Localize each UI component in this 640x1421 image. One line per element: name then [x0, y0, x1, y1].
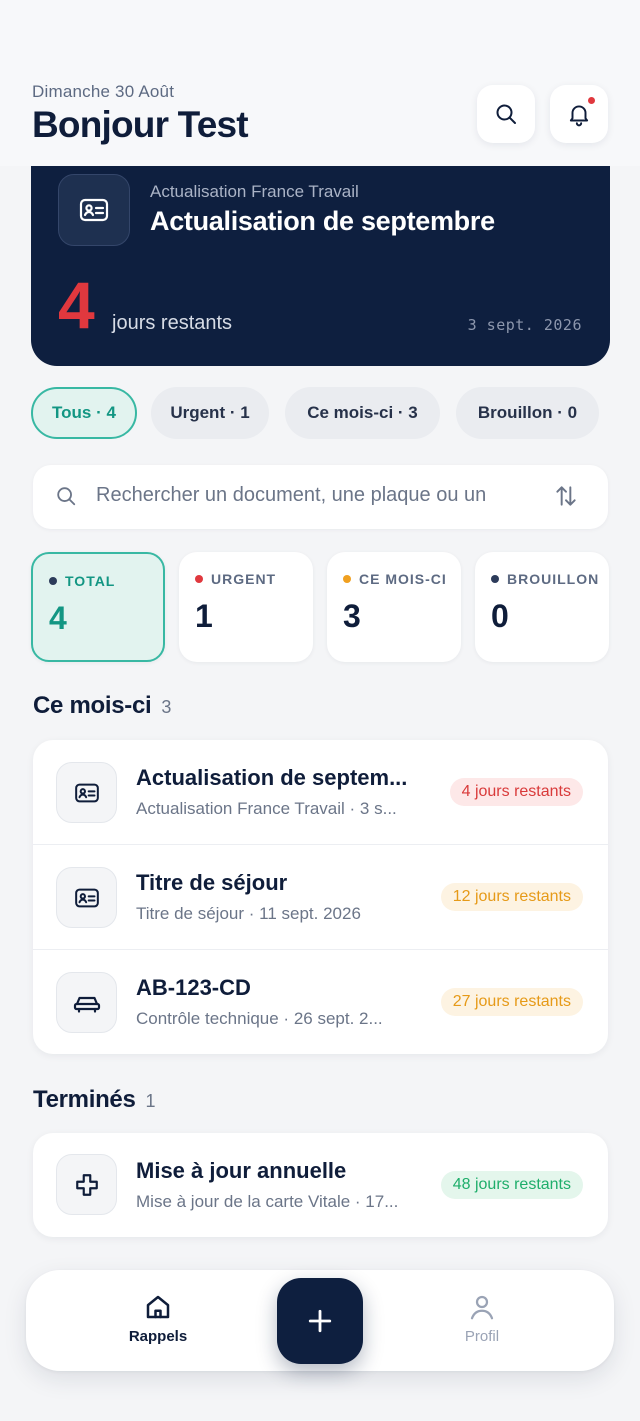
hero-days-label: jours restants: [112, 312, 233, 334]
nav-rappels[interactable]: Rappels: [98, 1292, 218, 1345]
stat-total[interactable]: TOTAL 4: [31, 552, 165, 662]
list-item[interactable]: Titre de séjour Titre de séjour · 11 sep…: [33, 845, 608, 950]
current-date: Dimanche 30 Août: [32, 82, 175, 101]
section-count: 1: [145, 1091, 156, 1111]
search-button[interactable]: [477, 85, 535, 143]
stat-dot: [195, 575, 203, 583]
search-icon: [57, 487, 76, 506]
item-title: Mise à jour annuelle: [136, 1158, 347, 1183]
home-icon: [146, 1295, 170, 1319]
section-this-month-title: Ce mois-ci 3: [33, 692, 172, 719]
car-icon: [56, 972, 117, 1033]
stat-this-month[interactable]: CE MOIS-CI 3: [327, 552, 461, 662]
stat-draft[interactable]: BROUILLON 0: [475, 552, 609, 662]
id-card-icon: [58, 174, 130, 246]
add-reminder-button[interactable]: [277, 1278, 363, 1364]
status-badge: 12 jours restants: [440, 883, 583, 911]
nav-label: Rappels: [128, 1328, 188, 1345]
hero-title: Actualisation de septembre: [150, 206, 495, 236]
this-month-list: Actualisation de septem... Actualisation…: [33, 740, 608, 1054]
bottom-nav: Rappels Profil: [26, 1270, 614, 1371]
item-title: AB-123-CD: [136, 975, 251, 1000]
stat-label: CE MOIS-CI: [359, 571, 447, 587]
section-count: 3: [161, 697, 172, 717]
list-item[interactable]: AB-123-CD Contrôle technique · 26 sept. …: [33, 950, 608, 1054]
status-badge: 4 jours restants: [449, 778, 583, 806]
search-input[interactable]: Rechercher un document, une plaque ou un: [96, 484, 526, 507]
stat-value: 0: [491, 598, 509, 634]
notifications-button[interactable]: [550, 85, 608, 143]
filter-chip-draft[interactable]: Brouillon · 0: [456, 387, 599, 439]
id-card-icon: [56, 867, 117, 928]
medical-cross-icon: [56, 1154, 117, 1215]
search-field[interactable]: Rechercher un document, une plaque ou un: [33, 465, 608, 529]
item-title: Titre de séjour: [136, 870, 288, 895]
list-item[interactable]: Actualisation de septem... Actualisation…: [33, 740, 608, 845]
stat-value: 1: [195, 598, 213, 634]
nav-profil[interactable]: Profil: [422, 1292, 542, 1345]
item-subtitle: Mise à jour de la carte Vitale · 17...: [136, 1192, 399, 1211]
filter-chip-this-month[interactable]: Ce mois-ci · 3: [285, 387, 440, 439]
status-badge: 27 jours restants: [440, 988, 583, 1016]
notification-dot: [588, 97, 595, 104]
nav-label: Profil: [464, 1328, 500, 1345]
hero-days-count: 4: [58, 268, 95, 342]
stat-value: 3: [343, 598, 361, 634]
stat-label: BROUILLON: [507, 571, 600, 587]
search-icon: [496, 104, 516, 124]
item-subtitle: Actualisation France Travail · 3 s...: [136, 799, 397, 818]
filter-chips: Tous · 4 Urgent · 1 Ce mois-ci · 3 Broui…: [31, 387, 631, 439]
filter-chip-all[interactable]: Tous · 4: [31, 387, 137, 439]
stat-urgent[interactable]: URGENT 1: [179, 552, 313, 662]
stat-dot: [491, 575, 499, 583]
stat-dot: [343, 575, 351, 583]
plus-icon: [308, 1309, 332, 1333]
stat-dot: [49, 577, 57, 585]
stat-label: URGENT: [211, 571, 277, 587]
done-list: Mise à jour annuelle Mise à jour de la c…: [33, 1133, 608, 1237]
item-title: Actualisation de septem...: [136, 765, 408, 790]
next-deadline-card[interactable]: Actualisation France Travail Actualisati…: [31, 150, 610, 366]
filter-chip-urgent[interactable]: Urgent · 1: [151, 387, 269, 439]
status-badge: 48 jours restants: [440, 1171, 583, 1199]
id-card-icon: [56, 762, 117, 823]
hero-category: Actualisation France Travail: [150, 182, 359, 201]
stat-label: TOTAL: [65, 573, 116, 589]
list-item[interactable]: Mise à jour annuelle Mise à jour de la c…: [33, 1133, 608, 1237]
bell-icon: [569, 105, 589, 127]
stat-value: 4: [49, 600, 67, 636]
app-header: Dimanche 30 Août Bonjour Test: [0, 0, 640, 166]
item-subtitle: Titre de séjour · 11 sept. 2026: [136, 904, 361, 923]
user-icon: [470, 1295, 494, 1320]
sort-icon[interactable]: [553, 483, 579, 509]
section-done-title: Terminés 1: [33, 1086, 156, 1113]
item-subtitle: Contrôle technique · 26 sept. 2...: [136, 1009, 383, 1028]
greeting-title: Bonjour Test: [32, 104, 249, 145]
hero-due-date: 3 sept. 2026: [467, 316, 582, 334]
